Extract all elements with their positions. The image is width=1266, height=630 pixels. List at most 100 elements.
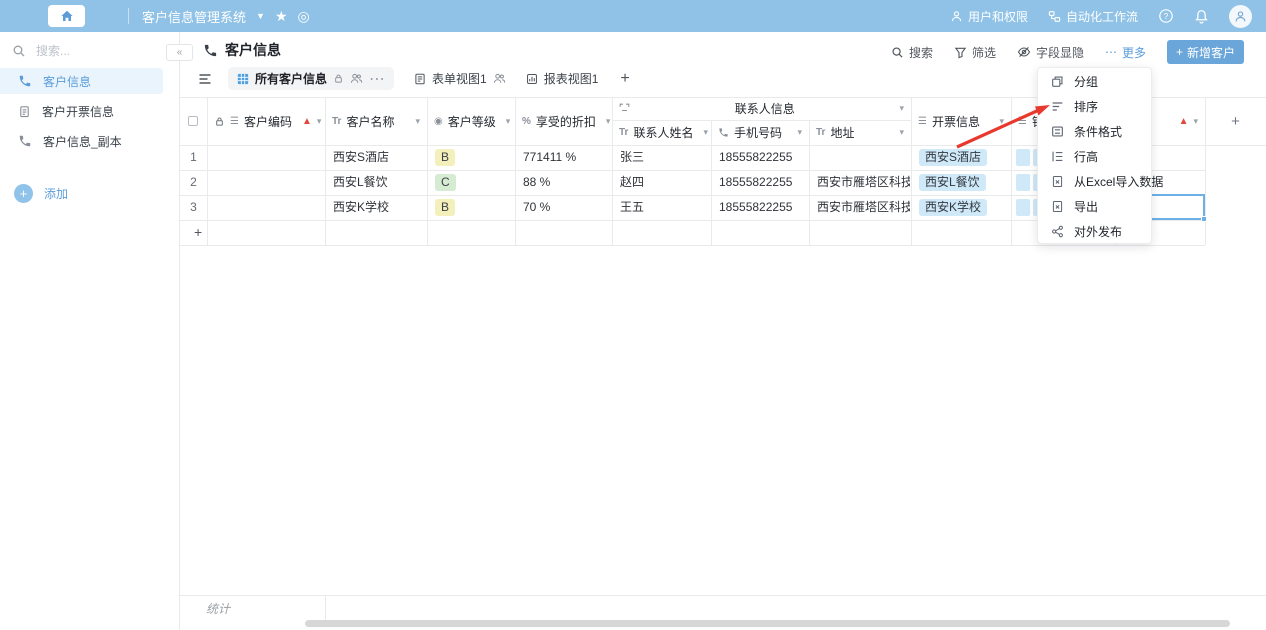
row-number[interactable]: 2	[180, 170, 207, 195]
sidebar-item-customer-info[interactable]: 客户信息	[0, 68, 163, 94]
chevron-down-icon[interactable]: ▾	[317, 116, 322, 127]
star-icon[interactable]: ★	[275, 8, 288, 25]
add-view-button[interactable]: +	[620, 70, 629, 88]
select-all-checkbox[interactable]	[188, 116, 198, 126]
chevron-down-icon[interactable]: ▾	[415, 116, 420, 127]
cell-mobile[interactable]: 18555822255	[711, 145, 808, 170]
app-title[interactable]: 客户信息管理系统	[142, 7, 246, 26]
cell-discount[interactable]: 771411 %	[515, 145, 611, 170]
sidebar-collapse-button[interactable]: «	[166, 44, 193, 61]
tab-grid-view[interactable]: 所有客户信息 ⋯	[228, 67, 394, 90]
view-list-icon[interactable]	[198, 72, 212, 86]
horizontal-scrollbar[interactable]	[305, 620, 1230, 627]
column-label: 开票信息	[932, 113, 980, 130]
percent-field-icon: %	[522, 116, 531, 127]
sales-tag[interactable]	[1016, 174, 1030, 191]
row-number[interactable]: 1	[180, 145, 207, 170]
chevron-down-icon[interactable]: ▾	[797, 127, 802, 138]
add-field-button[interactable]: +	[1205, 97, 1266, 145]
column-header-contact-name[interactable]: Tr 联系人姓名 ▾	[612, 120, 711, 145]
search-button[interactable]: 搜索	[891, 44, 933, 61]
notification-bell-icon[interactable]	[1194, 9, 1209, 24]
cell-address[interactable]: 西安市雁塔区科技...	[809, 170, 910, 195]
cell-invoice[interactable]: 西安S酒店	[911, 145, 1010, 170]
add-table-button[interactable]: + 添加	[14, 184, 68, 203]
cell-discount[interactable]: 70 %	[515, 195, 611, 220]
app-title-caret-icon[interactable]: ▼	[256, 11, 265, 21]
tab-more-icon[interactable]: ⋯	[369, 69, 385, 89]
cell-address[interactable]: 西安市雁塔区科技...	[809, 195, 910, 220]
target-icon[interactable]: ◎	[298, 8, 310, 25]
fill-handle[interactable]	[1201, 216, 1207, 222]
cell-contact-name[interactable]: 王五	[612, 195, 710, 220]
search-input[interactable]	[36, 44, 146, 58]
column-header-discount[interactable]: % 享受的折扣 ▾	[515, 97, 612, 145]
plus-icon: +	[1231, 113, 1240, 130]
menu-item-group[interactable]: 分组	[1038, 69, 1151, 94]
autonumber-field-icon: ☰	[230, 116, 239, 127]
cell-contact-name[interactable]: 赵四	[612, 170, 710, 195]
menu-item-import-excel[interactable]: 从Excel导入数据	[1038, 169, 1151, 194]
column-header-customer-name[interactable]: Tr 客户名称 ▾	[325, 97, 427, 145]
chevron-down-icon[interactable]: ▾	[703, 127, 708, 138]
help-icon[interactable]: ?	[1158, 8, 1174, 24]
column-header-customer-code[interactable]: ☰ 客户编码 ▲ ▾	[207, 97, 325, 145]
chevron-down-icon[interactable]: ▾	[506, 116, 511, 127]
cell-customer-grade[interactable]: B	[427, 195, 514, 220]
lock-icon	[333, 73, 344, 84]
cell-customer-grade[interactable]: B	[427, 145, 514, 170]
cell-contact-name[interactable]: 张三	[612, 145, 710, 170]
field-visibility-button[interactable]: 字段显隐	[1017, 44, 1084, 61]
menu-item-publish[interactable]: 对外发布	[1038, 219, 1151, 244]
field-warning-icon: ▲	[1179, 116, 1189, 127]
column-group-contact-info[interactable]: 联系人信息 ▾	[612, 97, 911, 120]
column-header-customer-grade[interactable]: ◉ 客户等级 ▾	[427, 97, 515, 145]
chevron-down-icon[interactable]: ▾	[1193, 116, 1198, 127]
menu-item-sort[interactable]: 排序	[1038, 94, 1151, 119]
chevron-down-icon[interactable]: ▾	[999, 116, 1004, 127]
column-label: 手机号码	[734, 124, 782, 141]
chevron-down-icon[interactable]: ▾	[899, 127, 904, 138]
page-title: 客户信息	[225, 40, 281, 60]
row-number[interactable]: 3	[180, 195, 207, 220]
chevron-down-icon[interactable]: ▾	[899, 103, 904, 114]
tab-report-view[interactable]: 报表视图1	[526, 70, 599, 87]
stats-label[interactable]: 统计	[206, 600, 230, 617]
menu-item-export[interactable]: 导出	[1038, 194, 1151, 219]
sidebar-item-customer-invoice-info[interactable]: 客户开票信息	[0, 98, 163, 124]
column-header-address[interactable]: Tr 地址 ▾	[809, 120, 911, 145]
cell-invoice[interactable]: 西安L餐饮	[911, 170, 1010, 195]
menu-item-row-height[interactable]: 行高	[1038, 144, 1151, 169]
new-customer-button[interactable]: + 新增客户	[1167, 40, 1244, 64]
chevron-down-icon[interactable]: ▾	[606, 116, 611, 127]
sales-tag[interactable]	[1016, 149, 1030, 166]
more-button[interactable]: ⋯ 更多	[1105, 44, 1146, 61]
add-row-button[interactable]: +	[186, 220, 210, 245]
cell-customer-name[interactable]: 西安L餐饮	[325, 170, 426, 195]
svg-text:?: ?	[1164, 12, 1169, 21]
cell-mobile[interactable]: 18555822255	[711, 195, 808, 220]
column-header-invoice-info[interactable]: ☰ 开票信息 ▾	[911, 97, 1011, 145]
cell-invoice[interactable]: 西安K学校	[911, 195, 1010, 220]
topbar-divider	[128, 8, 129, 24]
column-header-mobile[interactable]: 手机号码 ▾	[711, 120, 809, 145]
cell-mobile[interactable]: 18555822255	[711, 170, 808, 195]
sidebar-item-customer-info-copy[interactable]: 客户信息_副本	[0, 128, 163, 154]
menu-item-label: 行高	[1074, 148, 1098, 165]
grid-line	[180, 245, 1205, 246]
automation-workflow-button[interactable]: 自动化工作流	[1048, 8, 1138, 25]
phone-icon	[18, 134, 32, 148]
home-button[interactable]	[48, 5, 85, 27]
sales-tag[interactable]	[1016, 199, 1030, 216]
cell-customer-name[interactable]: 西安K学校	[325, 195, 426, 220]
cell-customer-name[interactable]: 西安S酒店	[325, 145, 426, 170]
avatar[interactable]	[1229, 5, 1252, 28]
cell-discount[interactable]: 88 %	[515, 170, 611, 195]
users-permissions-button[interactable]: 用户和权限	[950, 8, 1028, 25]
tab-form-view[interactable]: 表单视图1	[414, 70, 506, 87]
menu-item-conditional-format[interactable]: 条件格式	[1038, 119, 1151, 144]
cell-customer-grade[interactable]: C	[427, 170, 514, 195]
sidebar: 客户信息 客户开票信息 客户信息_副本 + 添加	[0, 32, 180, 630]
filter-button[interactable]: 筛选	[954, 44, 996, 61]
sidebar-search	[12, 44, 146, 58]
